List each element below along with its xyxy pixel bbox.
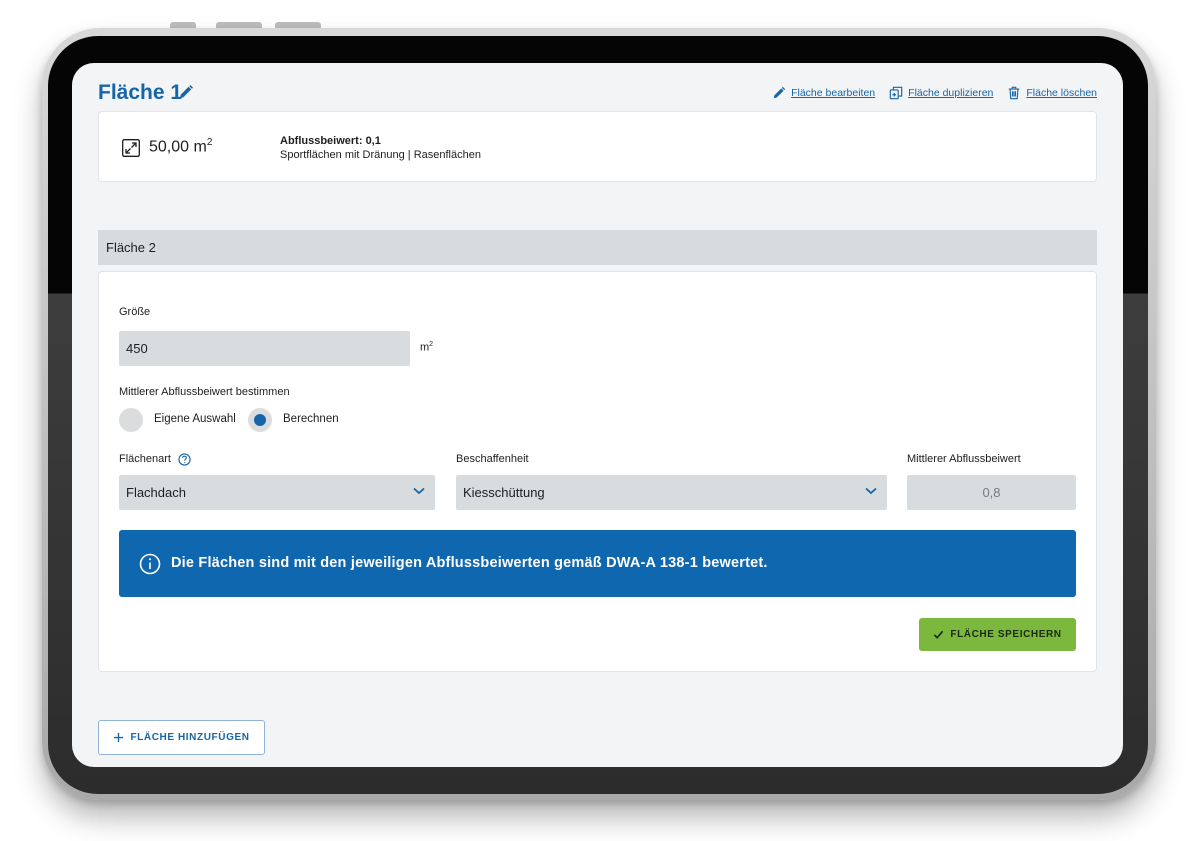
edit-area-label: Fläche bearbeiten bbox=[791, 87, 876, 99]
coefficient-description: Sportflächen mit Dränung | Rasenflächen bbox=[280, 149, 481, 161]
mittlerer-abflussbeiwert-label: Mittlerer Abflussbeiwert bbox=[907, 453, 1021, 465]
beschaffenheit-value: Kiesschüttung bbox=[463, 485, 545, 500]
size-unit: m2 bbox=[420, 341, 434, 354]
coefficient-info: Abflussbeiwert: 0,1 Sportflächen mit Drä… bbox=[280, 134, 481, 162]
size-input[interactable]: 450 bbox=[119, 331, 410, 366]
radio-eigene-auswahl-label: Eigene Auswahl bbox=[154, 413, 236, 425]
chevron-down-icon bbox=[413, 487, 425, 495]
flaeche1-actions: Fläche bearbeiten Fläche duplizieren Flä… bbox=[772, 86, 1097, 100]
info-banner: Die Flächen sind mit den jeweiligen Abfl… bbox=[119, 530, 1076, 597]
flaechenart-value: Flachdach bbox=[126, 485, 186, 500]
beschaffenheit-label: Beschaffenheit bbox=[456, 453, 529, 465]
check-icon bbox=[934, 630, 944, 639]
duplicate-area-label: Fläche duplizieren bbox=[908, 87, 994, 99]
add-area-button[interactable]: FLÄCHE HINZUFÜGEN bbox=[98, 720, 265, 755]
flaeche1-title: Fläche 1 bbox=[98, 81, 183, 104]
trash-icon bbox=[1009, 86, 1020, 100]
save-area-label: FLÄCHE SPEICHERN bbox=[950, 629, 1062, 640]
coeff-mode-label: Mittlerer Abflussbeiwert bestimmen bbox=[119, 386, 290, 398]
size-label: Größe bbox=[119, 306, 151, 318]
delete-area-label: Fläche löschen bbox=[1026, 87, 1097, 99]
info-text: Die Flächen sind mit den jeweiligen Abfl… bbox=[171, 555, 768, 571]
save-area-button[interactable]: FLÄCHE SPEICHERN bbox=[919, 618, 1076, 651]
info-icon bbox=[139, 553, 161, 575]
pencil-icon[interactable] bbox=[178, 84, 194, 100]
area-value: 50,00 m2 bbox=[149, 137, 213, 156]
plus-icon bbox=[114, 732, 124, 743]
resize-icon bbox=[122, 139, 140, 157]
add-area-label: FLÄCHE HINZUFÜGEN bbox=[130, 732, 250, 743]
pencil-icon bbox=[773, 86, 786, 99]
flaechenart-label: Flächenart bbox=[119, 453, 171, 465]
coefficient-label: Abflussbeiwert: 0,1 bbox=[280, 135, 381, 147]
chevron-down-icon bbox=[865, 487, 877, 495]
radio-berechnen-label: Berechnen bbox=[283, 413, 339, 425]
flaeche2-form-card: Größe 450 m2 Mittlerer Abflussbeiwert be… bbox=[98, 271, 1097, 672]
help-icon[interactable] bbox=[178, 453, 191, 466]
flaeche1-summary-card: 50,00 m2 Abflussbeiwert: 0,1 Sportfläche… bbox=[98, 111, 1097, 182]
delete-area-link[interactable]: Fläche löschen bbox=[1007, 86, 1097, 100]
flaechenart-select[interactable]: Flachdach bbox=[119, 475, 435, 510]
mittlerer-abflussbeiwert-value: 0,8 bbox=[907, 475, 1076, 510]
radio-eigene-auswahl[interactable] bbox=[119, 408, 143, 432]
flaeche1-header: Fläche 1 Fläche bearbeiten Fläche dupliz… bbox=[98, 81, 1097, 107]
app-screen: Fläche 1 Fläche bearbeiten Fläche dupliz… bbox=[72, 63, 1123, 767]
flaeche2-header[interactable]: Fläche 2 bbox=[98, 230, 1097, 265]
beschaffenheit-select[interactable]: Kiesschüttung bbox=[456, 475, 887, 510]
radio-berechnen[interactable] bbox=[248, 408, 272, 432]
duplicate-area-link[interactable]: Fläche duplizieren bbox=[889, 86, 993, 100]
edit-area-link[interactable]: Fläche bearbeiten bbox=[772, 86, 875, 100]
duplicate-icon bbox=[889, 86, 903, 100]
